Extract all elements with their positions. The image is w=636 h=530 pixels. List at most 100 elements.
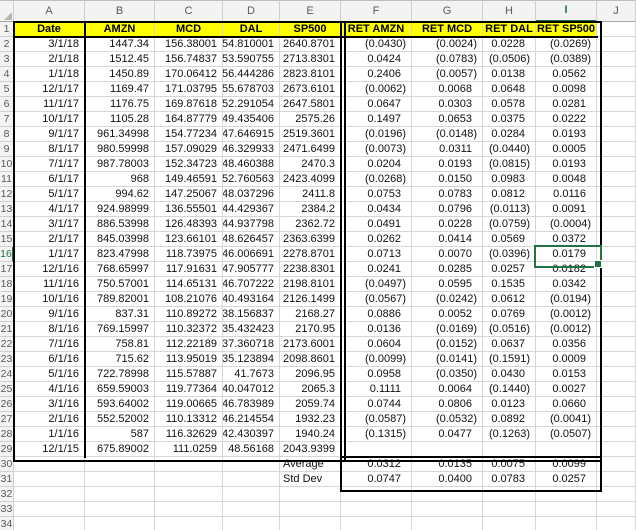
column-header-J[interactable]: J	[597, 0, 636, 22]
cell-G13[interactable]: 0.0796	[412, 202, 483, 217]
cell-C26[interactable]: 119.00665	[155, 397, 223, 412]
cell-E10[interactable]: 2470.3	[280, 157, 341, 172]
cell-I25[interactable]: 0.0027	[536, 382, 597, 397]
column-header-C[interactable]: C	[155, 0, 223, 22]
row-header-2[interactable]: 2	[0, 37, 14, 52]
cell-H5[interactable]: 0.0648	[483, 82, 536, 97]
cell-E26[interactable]: 2059.74	[280, 397, 341, 412]
cell-A23[interactable]: 6/1/16	[14, 352, 85, 367]
cell-H18[interactable]: 0.1535	[483, 277, 536, 292]
cell-G9[interactable]: 0.0311	[412, 142, 483, 157]
row-header-18[interactable]: 18	[0, 277, 14, 292]
cell-J34[interactable]	[597, 517, 636, 530]
cell-A25[interactable]: 4/1/16	[14, 382, 85, 397]
cell-C1[interactable]: MCD	[155, 22, 223, 37]
cell-G21[interactable]: (0.0169)	[412, 322, 483, 337]
cell-C10[interactable]: 152.34723	[155, 157, 223, 172]
cell-F4[interactable]: 0.2406	[341, 67, 412, 82]
cell-F26[interactable]: 0.0744	[341, 397, 412, 412]
row-header-29[interactable]: 29	[0, 442, 14, 457]
cell-E5[interactable]: 2673.6101	[280, 82, 341, 97]
cell-H20[interactable]: 0.0769	[483, 307, 536, 322]
cell-I11[interactable]: 0.0048	[536, 172, 597, 187]
cell-I20[interactable]: (0.0012)	[536, 307, 597, 322]
row-header-16[interactable]: 16	[0, 247, 14, 262]
cell-G2[interactable]: (0.0024)	[412, 37, 483, 52]
cell-E21[interactable]: 2170.95	[280, 322, 341, 337]
cell-C13[interactable]: 136.55501	[155, 202, 223, 217]
cell-F19[interactable]: (0.0567)	[341, 292, 412, 307]
cell-I6[interactable]: 0.0281	[536, 97, 597, 112]
cell-J21[interactable]	[597, 322, 636, 337]
row-header-27[interactable]: 27	[0, 412, 14, 427]
cell-C34[interactable]	[155, 517, 223, 530]
cell-C21[interactable]: 110.32372	[155, 322, 223, 337]
column-header-D[interactable]: D	[223, 0, 280, 22]
row-header-25[interactable]: 25	[0, 382, 14, 397]
cell-G31[interactable]: 0.0400	[412, 472, 483, 487]
cell-A5[interactable]: 12/1/17	[14, 82, 85, 97]
cell-D21[interactable]: 35.432423	[223, 322, 280, 337]
cell-F18[interactable]: (0.0497)	[341, 277, 412, 292]
cell-C27[interactable]: 110.13312	[155, 412, 223, 427]
cell-D2[interactable]: 54.810001	[223, 37, 280, 52]
cell-B8[interactable]: 961.34998	[85, 127, 155, 142]
cell-I23[interactable]: 0.0009	[536, 352, 597, 367]
cell-A16[interactable]: 1/1/17	[14, 247, 85, 262]
cell-F13[interactable]: 0.0434	[341, 202, 412, 217]
cell-A32[interactable]	[14, 487, 85, 502]
cell-C32[interactable]	[155, 487, 223, 502]
cell-B23[interactable]: 715.62	[85, 352, 155, 367]
cell-A33[interactable]	[14, 502, 85, 517]
cell-H11[interactable]: 0.0983	[483, 172, 536, 187]
cell-G4[interactable]: (0.0057)	[412, 67, 483, 82]
cell-A26[interactable]: 3/1/16	[14, 397, 85, 412]
cell-H15[interactable]: 0.0569	[483, 232, 536, 247]
cell-F21[interactable]: 0.0136	[341, 322, 412, 337]
cell-D7[interactable]: 49.435406	[223, 112, 280, 127]
cell-F10[interactable]: 0.0204	[341, 157, 412, 172]
row-header-21[interactable]: 21	[0, 322, 14, 337]
cell-A28[interactable]: 1/1/16	[14, 427, 85, 442]
cell-G28[interactable]: 0.0477	[412, 427, 483, 442]
row-header-17[interactable]: 17	[0, 262, 14, 277]
cell-A27[interactable]: 2/1/16	[14, 412, 85, 427]
cell-C9[interactable]: 157.09029	[155, 142, 223, 157]
cell-F9[interactable]: (0.0073)	[341, 142, 412, 157]
cell-F8[interactable]: (0.0196)	[341, 127, 412, 142]
cell-G16[interactable]: 0.0070	[412, 247, 483, 262]
cell-E24[interactable]: 2096.95	[280, 367, 341, 382]
cell-H22[interactable]: 0.0637	[483, 337, 536, 352]
cell-G5[interactable]: 0.0068	[412, 82, 483, 97]
cell-B1[interactable]: AMZN	[85, 22, 155, 37]
cell-E2[interactable]: 2640.8701	[280, 37, 341, 52]
cell-I7[interactable]: 0.0222	[536, 112, 597, 127]
cell-E1[interactable]: SP500	[280, 22, 341, 37]
cell-G29[interactable]	[412, 442, 483, 457]
cell-E16[interactable]: 2278.8701	[280, 247, 341, 262]
cell-D28[interactable]: 42.430397	[223, 427, 280, 442]
cell-I15[interactable]: 0.0372	[536, 232, 597, 247]
cell-B12[interactable]: 994.62	[85, 187, 155, 202]
cell-I28[interactable]: (0.0507)	[536, 427, 597, 442]
cell-E29[interactable]: 2043.9399	[280, 442, 341, 457]
cell-D12[interactable]: 48.037296	[223, 187, 280, 202]
cell-E17[interactable]: 2238.8301	[280, 262, 341, 277]
row-header-15[interactable]: 15	[0, 232, 14, 247]
cell-G11[interactable]: 0.0150	[412, 172, 483, 187]
cell-H19[interactable]: 0.0612	[483, 292, 536, 307]
cell-B26[interactable]: 593.64002	[85, 397, 155, 412]
cell-A17[interactable]: 12/1/16	[14, 262, 85, 277]
cell-E4[interactable]: 2823.8101	[280, 67, 341, 82]
cell-I29[interactable]	[536, 442, 597, 457]
cell-B6[interactable]: 1176.75	[85, 97, 155, 112]
cell-H24[interactable]: 0.0430	[483, 367, 536, 382]
cell-E32[interactable]	[280, 487, 341, 502]
cell-D8[interactable]: 47.646915	[223, 127, 280, 142]
cell-F20[interactable]: 0.0886	[341, 307, 412, 322]
column-header-A[interactable]: A	[14, 0, 85, 22]
cell-D17[interactable]: 47.905777	[223, 262, 280, 277]
cell-C23[interactable]: 113.95019	[155, 352, 223, 367]
cell-C17[interactable]: 117.91631	[155, 262, 223, 277]
cell-E23[interactable]: 2098.8601	[280, 352, 341, 367]
